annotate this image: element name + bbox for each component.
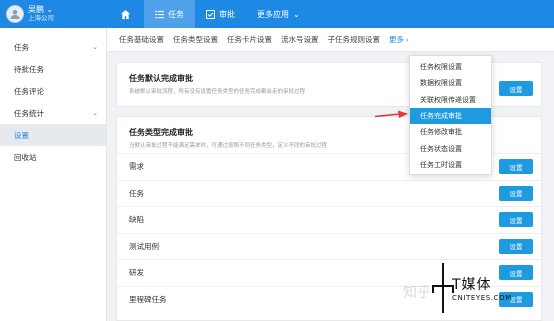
tab-type-settings[interactable]: 任务类型设置 [173,34,218,45]
task-type-label: 缺陷 [129,215,144,225]
task-type-label: 任务 [129,188,144,198]
watermark-logo-icon [432,263,454,313]
settings-button[interactable]: 设置 [499,185,533,201]
user-menu[interactable]: 吴鹏 ⌄ 上海公司 [0,0,107,28]
chevron-right-icon: › [406,35,409,44]
menu-item-modify-approval[interactable]: 任务修改审批 [410,124,491,140]
tab-subtask-rules[interactable]: 子任务规则设置 [328,34,381,45]
task-type-label: 研发 [129,268,144,278]
nav-more-apps[interactable]: 更多应用 ⌄ [246,0,311,28]
settings-button[interactable]: 设置 [499,212,533,227]
default-approval-settings-button[interactable]: 设置 [499,81,533,96]
list-item: 任务 设置 [117,179,541,207]
list-item: 测试用例 设置 [117,232,541,260]
tab-more-label: 更多 [389,35,404,44]
nav-tasks[interactable]: 任务 [144,0,195,28]
watermark-zhihu: 知乎 [403,285,431,301]
approval-icon [206,9,215,19]
chevron-down-icon: ⌄ [92,44,98,51]
menu-item-status-settings[interactable]: 任务状态设置 [410,140,491,156]
nav-approval-label: 审批 [219,9,235,19]
home-icon [120,9,131,19]
nav-tasks-label: 任务 [168,9,184,19]
top-bar: 吴鹏 ⌄ 上海公司 任务 审批 更多应用 ⌄ [0,0,554,28]
tab-more[interactable]: 更多 › [389,34,409,45]
list-item: 缺陷 设置 [117,206,541,233]
avatar[interactable] [6,5,24,23]
nav-home[interactable] [107,0,144,28]
nav-more-apps-label: 更多应用 [257,9,289,19]
menu-item-data-permission[interactable]: 数据权限设置 [410,75,491,91]
user-icon [10,9,20,19]
task-type-label: 需求 [129,162,144,172]
watermark-url: CNITEYES.COM [452,294,512,302]
sidebar-item-settings[interactable]: 设置 [0,124,106,146]
chevron-down-icon: ⌄ [46,5,53,14]
menu-item-task-permission[interactable]: 任务权限设置 [410,59,491,75]
tab-basic-settings[interactable]: 任务基础设置 [119,34,164,45]
sidebar-item-label: 设置 [14,130,29,140]
user-company: 上海公司 [28,15,54,22]
menu-item-completion-approval[interactable]: 任务完成审批 [410,107,491,125]
chevron-down-icon: ⌄ [293,9,300,19]
sidebar: 任务 ⌄ 待批任务 任务评论 任务统计 ⌄ 设置 回收站 [0,28,107,321]
sidebar-item-label: 任务统计 [14,108,44,118]
more-dropdown-menu: 任务权限设置 数据权限设置 关联权限传递设置 任务完成审批 任务修改审批 任务状… [409,55,492,175]
user-name: 吴鹏 ⌄ [28,5,53,14]
settings-button[interactable]: 设置 [499,265,533,280]
menu-item-hours-settings[interactable]: 任务工时设置 [410,157,491,173]
sidebar-item-pending-tasks[interactable]: 待批任务 [0,58,106,80]
nav-approval[interactable]: 审批 [195,0,246,28]
settings-button[interactable]: 设置 [499,159,533,174]
watermark-brand: T媒体 [452,277,492,293]
chevron-down-icon: ⌄ [92,110,98,117]
sidebar-item-label: 任务评论 [14,86,44,96]
task-type-label: 里程碑任务 [129,294,167,304]
menu-item-permission-passing[interactable]: 关联权限传递设置 [410,92,491,108]
task-type-label: 测试用例 [129,241,159,251]
sidebar-item-tasks[interactable]: 任务 ⌄ [0,36,106,58]
sidebar-item-recycle-bin[interactable]: 回收站 [0,146,106,168]
annotation-arrow-icon [374,110,408,118]
main-nav: 任务 审批 更多应用 ⌄ [107,0,311,28]
tab-card-settings[interactable]: 任务卡片设置 [227,34,272,45]
sidebar-item-task-comments[interactable]: 任务评论 [0,80,106,102]
list-icon [155,10,164,18]
settings-button[interactable]: 设置 [499,238,533,254]
sidebar-item-label: 任务 [14,42,29,52]
sidebar-item-label: 待批任务 [14,64,44,74]
tab-serial-settings[interactable]: 流水号设置 [281,34,319,45]
sidebar-item-label: 回收站 [14,152,37,162]
sidebar-item-task-stats[interactable]: 任务统计 ⌄ [0,102,106,124]
settings-tabs: 任务基础设置 任务类型设置 任务卡片设置 流水号设置 子任务规则设置 更多 › [107,28,554,52]
